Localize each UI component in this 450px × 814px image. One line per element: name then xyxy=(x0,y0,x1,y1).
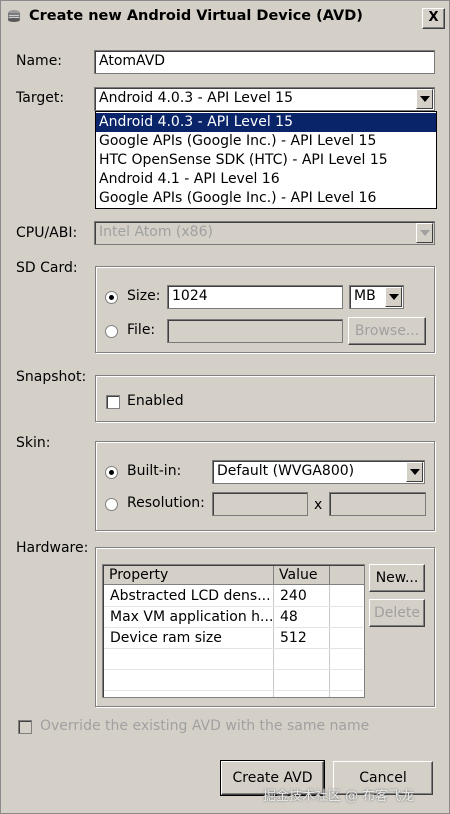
sd-size-radio[interactable] xyxy=(105,291,118,304)
cpu-abi-select[interactable]: Intel Atom (x86) xyxy=(94,221,435,245)
target-option[interactable]: Android 4.1 - API Level 16 xyxy=(96,170,436,189)
sd-file-input[interactable] xyxy=(167,319,343,343)
watermark: 掘金技术社区 @ 布客飞龙 xyxy=(263,789,415,804)
close-button[interactable]: X xyxy=(422,8,445,29)
target-option[interactable]: Google APIs (Google Inc.) - API Level 16 xyxy=(96,189,436,208)
column-header-empty xyxy=(330,566,364,585)
resolution-width-input[interactable] xyxy=(212,492,308,516)
skin-builtin-value: Default (WVGA800) xyxy=(217,463,355,479)
column-header-property[interactable]: Property xyxy=(104,566,274,585)
target-dropdown-list: Android 4.0.3 - API Level 15 Google APIs… xyxy=(95,111,437,209)
cpu-abi-value: Intel Atom (x86) xyxy=(99,224,213,240)
target-option[interactable]: Google APIs (Google Inc.) - API Level 15 xyxy=(96,132,436,151)
override-label: Override the existing AVD with the same … xyxy=(40,718,370,734)
new-property-button[interactable]: New... xyxy=(369,564,425,592)
name-label: Name: xyxy=(16,53,63,69)
hardware-label: Hardware: xyxy=(16,540,89,556)
table-row-value[interactable]: 240 xyxy=(274,586,329,606)
table-row-value[interactable]: 48 xyxy=(274,607,329,627)
override-checkbox[interactable] xyxy=(18,720,32,734)
snapshot-enabled-label: Enabled xyxy=(127,393,184,409)
resolution-x-label: x xyxy=(314,497,323,513)
target-selected-value: Android 4.0.3 - API Level 15 xyxy=(99,90,293,106)
skin-resolution-radio[interactable] xyxy=(105,498,118,511)
column-header-value[interactable]: Value xyxy=(274,566,330,585)
skin-group xyxy=(95,441,435,531)
chevron-down-icon[interactable] xyxy=(406,462,423,482)
title-bar[interactable]: Create new Android Virtual Device (AVD) … xyxy=(1,1,449,33)
skin-builtin-select[interactable]: Default (WVGA800) xyxy=(212,460,425,484)
window-title: Create new Android Virtual Device (AVD) xyxy=(29,8,363,24)
column-divider xyxy=(329,585,330,697)
avd-dialog: Create new Android Virtual Device (AVD) … xyxy=(0,0,450,814)
table-row-property[interactable]: Abstracted LCD dens... xyxy=(104,586,273,606)
delete-property-button[interactable]: Delete xyxy=(369,599,425,627)
row-divider xyxy=(104,690,363,691)
row-divider xyxy=(104,669,363,670)
target-select[interactable]: Android 4.0.3 - API Level 15 xyxy=(94,87,435,111)
target-label: Target: xyxy=(16,90,65,106)
table-row-property[interactable]: Device ram size xyxy=(104,628,273,648)
chevron-down-icon[interactable] xyxy=(416,223,433,243)
chevron-down-icon[interactable] xyxy=(416,89,433,109)
sd-file-label: File: xyxy=(127,322,156,338)
snapshot-enabled-checkbox[interactable] xyxy=(106,395,120,409)
skin-builtin-radio[interactable] xyxy=(105,466,118,479)
sd-unit-value: MB xyxy=(354,288,376,304)
table-row-property[interactable]: Max VM application h... xyxy=(104,607,273,627)
row-divider xyxy=(104,648,363,649)
skin-resolution-label: Resolution: xyxy=(127,495,205,511)
skin-builtin-label: Built-in: xyxy=(127,463,182,479)
snapshot-label: Snapshot: xyxy=(16,369,87,385)
sd-size-input[interactable]: 1024 xyxy=(167,285,343,309)
chevron-down-icon[interactable] xyxy=(385,287,402,307)
table-row-value[interactable]: 512 xyxy=(274,628,329,648)
target-option[interactable]: Android 4.0.3 - API Level 15 xyxy=(96,113,436,132)
hardware-table: Property Value Abstracted LCD dens... 24… xyxy=(102,564,365,698)
sd-size-label: Size: xyxy=(127,288,161,304)
cpu-abi-label: CPU/ABI: xyxy=(16,225,78,241)
resolution-height-input[interactable] xyxy=(329,492,426,516)
android-app-icon xyxy=(8,10,20,22)
target-option[interactable]: HTC OpenSense SDK (HTC) - API Level 15 xyxy=(96,151,436,170)
sd-unit-select[interactable]: MB xyxy=(349,285,404,309)
sd-file-radio[interactable] xyxy=(105,325,118,338)
sd-card-label: SD Card: xyxy=(16,260,78,276)
browse-button[interactable]: Browse... xyxy=(348,317,426,345)
skin-label: Skin: xyxy=(16,435,51,451)
name-field[interactable]: AtomAVD xyxy=(94,50,435,74)
